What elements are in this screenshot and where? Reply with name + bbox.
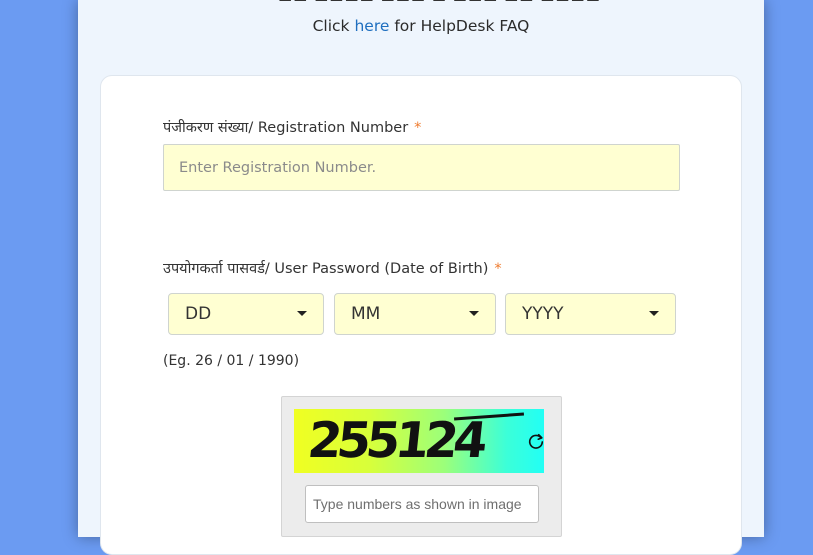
required-mark: * [494,261,502,277]
year-select-value: YYYY [522,304,564,324]
help-suffix: for HelpDesk FAQ [389,17,530,35]
helpdesk-line: Click here for HelpDesk FAQ [78,17,764,35]
registration-number-label: पंजीकरण संख्या/ Registration Number * [163,117,421,137]
captcha-box: 255124 [281,396,562,537]
login-form-card: पंजीकरण संख्या/ Registration Number * उपय… [100,75,742,555]
helpdesk-faq-link[interactable]: here [354,17,389,35]
required-mark: * [414,120,422,136]
dob-example-hint: (Eg. 26 / 01 / 1990) [163,353,300,369]
help-prefix: Click [312,17,355,35]
month-select-value: MM [351,304,381,324]
user-password-label: उपयोगकर्ता पासवर्ड/ User Password (Date … [163,258,502,278]
day-select[interactable]: DD [168,293,324,335]
cut-off-text: ▬▬ ▬▬▬▬ ▬▬▬ ▬ ▬▬▬ ▬▬ ▬▬▬▬ ▬▬ [278,0,628,1]
chevron-down-icon [469,311,479,316]
password-label-text: उपयोगकर्ता पासवर्ड/ User Password (Date … [163,261,489,277]
month-select[interactable]: MM [334,293,496,335]
chevron-down-icon [297,311,307,316]
registration-number-input[interactable] [163,144,680,191]
registration-label-text: पंजीकरण संख्या/ Registration Number [163,120,409,136]
year-select[interactable]: YYYY [505,293,676,335]
day-select-value: DD [185,304,212,324]
chevron-down-icon [649,311,659,316]
captcha-image: 255124 [294,409,544,473]
captcha-input[interactable] [305,485,539,523]
refresh-icon[interactable] [527,432,545,450]
